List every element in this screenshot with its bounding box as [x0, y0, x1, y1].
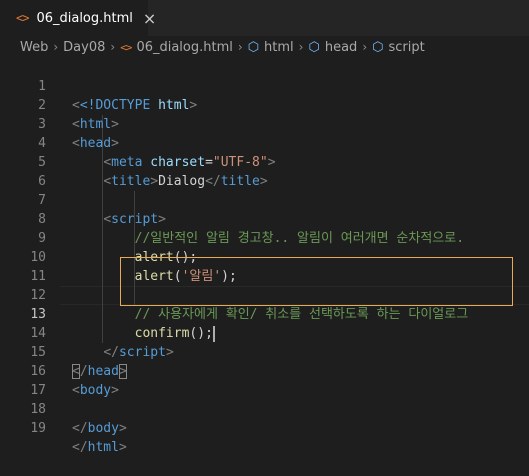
code-line: 12 // 사용자에게 확인/ 취소를 선택하도록 하는 다이얼로그 [0, 267, 529, 322]
chevron-right-icon: › [237, 40, 243, 54]
code-line: 15 </head> [0, 324, 529, 379]
html-file-icon: <> [16, 11, 29, 25]
line-number: 19 [30, 421, 46, 436]
code-editor[interactable]: 1 <<!DOCTYPE html> 2 <html> 3 <head> 4 <… [0, 58, 529, 455]
chevron-right-icon: › [110, 40, 116, 54]
html-file-icon: <> [120, 40, 132, 54]
code-line: 1 <<!DOCTYPE html> [0, 58, 529, 113]
code-line: 18 </body> [0, 381, 529, 436]
symbol-element-icon: ⬡ [372, 39, 384, 55]
tag-name: html [87, 440, 119, 455]
code-line: 5 <title>Dialog</title> [0, 134, 529, 189]
code-line: 7 <script> [0, 172, 529, 227]
symbol-element-icon: ⬡ [247, 39, 260, 55]
breadcrumb-item-html[interactable]: html [264, 40, 294, 55]
symbol-element-icon: ⬡ [308, 39, 320, 55]
breadcrumb: Web › Day08 › <> 06_dialog.html › ⬡ html… [0, 36, 529, 58]
chevron-right-icon: › [298, 40, 304, 54]
code-line: 6 [0, 153, 529, 189]
tag-name: body [87, 421, 119, 436]
close-icon[interactable]: × [143, 9, 156, 28]
breadcrumb-item-file[interactable]: 06_dialog.html [136, 40, 232, 55]
code-line: 19 </html> [0, 400, 529, 455]
code-line: 14 </script> [0, 305, 529, 360]
code-line: 8 //일반적인 알림 경고창.. 알림이 여러개면 순차적으로. [0, 191, 529, 246]
tab-bar: <> 06_dialog.html × [0, 0, 529, 36]
code-line: 9 alert(); [0, 210, 529, 265]
breadcrumb-item-head[interactable]: head [325, 40, 357, 55]
breadcrumb-item-script[interactable]: script [388, 40, 424, 55]
code-line: 17 [0, 362, 529, 398]
breadcrumb-item-web[interactable]: Web [20, 40, 48, 55]
code-line: 4 <meta charset="UTF-8"> [0, 115, 529, 170]
breadcrumb-item-day08[interactable]: Day08 [63, 40, 105, 55]
code-line: 16 <body> [0, 343, 529, 398]
code-line: 3 <head> [0, 96, 529, 151]
code-line: 10 alert('알림'); [0, 229, 529, 284]
code-line: 13 confirm(); [0, 286, 529, 342]
tab-label: 06_dialog.html [36, 10, 133, 26]
chevron-right-icon: › [53, 40, 59, 54]
code-line: 2 <html> [0, 77, 529, 132]
code-line: 11 [0, 248, 529, 284]
tab-06-dialog-html[interactable]: <> 06_dialog.html × [0, 0, 156, 36]
chevron-right-icon: › [362, 40, 368, 54]
